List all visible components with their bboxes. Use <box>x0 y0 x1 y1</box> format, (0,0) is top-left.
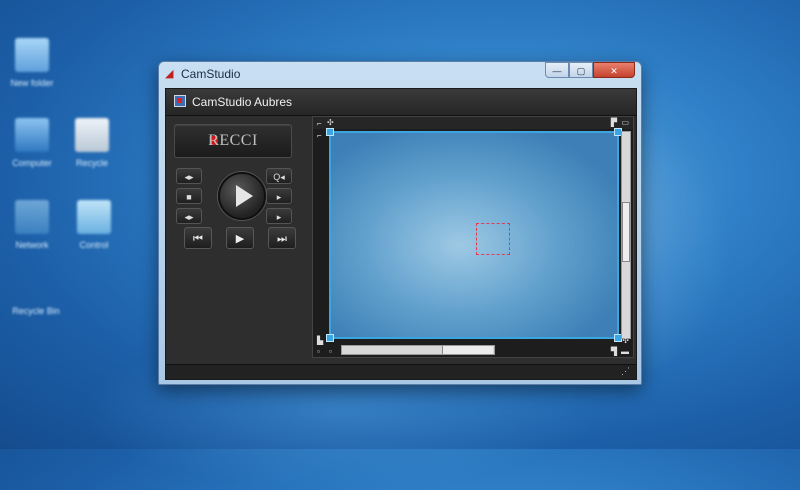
record-button-label: RECCI <box>208 132 258 149</box>
desktop-icon-network[interactable]: Network <box>2 200 62 250</box>
selection-region[interactable] <box>476 223 510 255</box>
play-pause-button[interactable] <box>218 172 266 220</box>
desktop-icon-computer[interactable]: Computer <box>2 118 62 168</box>
resize-handle-top-left[interactable] <box>326 128 334 136</box>
play-button[interactable]: ▶ <box>226 227 254 249</box>
desktop-icon-label: Recycle <box>75 158 108 168</box>
crop-corner-icon[interactable]: ▫ <box>317 347 320 356</box>
horizontal-scrollbar[interactable] <box>341 345 495 355</box>
minimize-button[interactable]: — <box>545 62 569 78</box>
desktop-icon-control[interactable]: Control <box>64 200 124 250</box>
horizontal-scroll-thumb[interactable] <box>442 346 493 354</box>
network-icon <box>15 200 49 234</box>
desktop-icon-recycle-bin[interactable]: Recycle Bin <box>6 300 66 316</box>
maximize-button[interactable]: ▢ <box>569 62 593 78</box>
desktop-icon-label: Network <box>15 240 49 250</box>
app-panel: CamStudio Aubres RECCI ◂▸ ■ ◂▸ Q◂ ▸ ▸ ⏮ … <box>165 88 637 380</box>
vertical-scroll-thumb[interactable] <box>622 202 630 262</box>
crop-corner-icon[interactable]: ▬ <box>621 347 629 356</box>
camstudio-logo-icon <box>174 95 186 107</box>
control-panel: RECCI ◂▸ ■ ◂▸ Q◂ ▸ ▸ ⏮ ▶ ⏭ <box>174 124 298 364</box>
camstudio-window[interactable]: ◢ CamStudio — ▢ ✕ CamStudio Aubres RECCI… <box>158 61 642 385</box>
app-header-title: CamStudio Aubres <box>192 95 293 109</box>
crop-corner-icon[interactable]: ▙ <box>317 336 323 345</box>
viewer-toolbar <box>313 117 633 129</box>
record-button[interactable]: RECCI <box>174 124 292 158</box>
desktop-icon-label: Control <box>79 240 109 250</box>
camstudio-app-icon: ◢ <box>165 68 174 80</box>
crop-corner-icon[interactable]: ▜ <box>611 347 617 356</box>
crop-corner-icon[interactable]: ✣ <box>622 336 629 345</box>
loop-button[interactable]: ◂▸ <box>176 208 202 224</box>
forward-button[interactable]: ▸ <box>266 188 292 204</box>
frame-step-button[interactable]: ◂▸ <box>176 168 202 184</box>
vertical-scrollbar[interactable] <box>621 131 631 339</box>
folder-icon <box>15 38 49 72</box>
resize-handle-bottom-left[interactable] <box>326 334 334 342</box>
crop-corner-icon[interactable]: ⌐ <box>317 119 322 128</box>
status-bar: ⋰ <box>166 364 636 379</box>
computer-icon <box>15 118 49 152</box>
crop-corner-icon[interactable]: ▭ <box>621 118 629 127</box>
crop-corner-icon[interactable]: ▛ <box>611 118 617 127</box>
app-header: CamStudio Aubres <box>166 89 636 116</box>
resize-grip-icon[interactable]: ⋰ <box>621 366 630 377</box>
close-button[interactable]: ✕ <box>593 62 635 78</box>
monitor-icon <box>77 200 111 234</box>
document-icon <box>75 118 109 152</box>
desktop-icon-label: Recycle Bin <box>12 306 60 316</box>
zoom-button[interactable]: Q◂ <box>266 168 292 184</box>
next-frame-button[interactable]: ▸ <box>266 208 292 224</box>
crop-corner-icon[interactable]: ⌐ <box>317 131 322 140</box>
next-button[interactable]: ⏭ <box>268 227 296 249</box>
desktop-icon-new-folder[interactable]: New folder <box>2 38 62 88</box>
desktop-icon-recycle[interactable]: Recycle <box>62 118 122 168</box>
capture-area[interactable] <box>326 128 622 342</box>
title-bar[interactable]: ◢ CamStudio — ▢ ✕ <box>159 62 641 86</box>
window-title: CamStudio <box>181 67 241 81</box>
previous-button[interactable]: ⏮ <box>184 227 212 249</box>
crop-corner-icon[interactable]: ▫ <box>329 347 332 356</box>
desktop-icon-label: New folder <box>10 78 54 88</box>
crop-corner-icon[interactable]: ✣ <box>327 118 334 127</box>
stop-button[interactable]: ■ <box>176 188 202 204</box>
window-controls: — ▢ ✕ <box>545 62 635 78</box>
desktop-icon-label: Computer <box>12 158 52 168</box>
capture-viewer: ⌐ ✣ ▛ ▭ ⌐ ▙ ✣ ▫ ▫ ▜ ▬ <box>312 116 634 358</box>
